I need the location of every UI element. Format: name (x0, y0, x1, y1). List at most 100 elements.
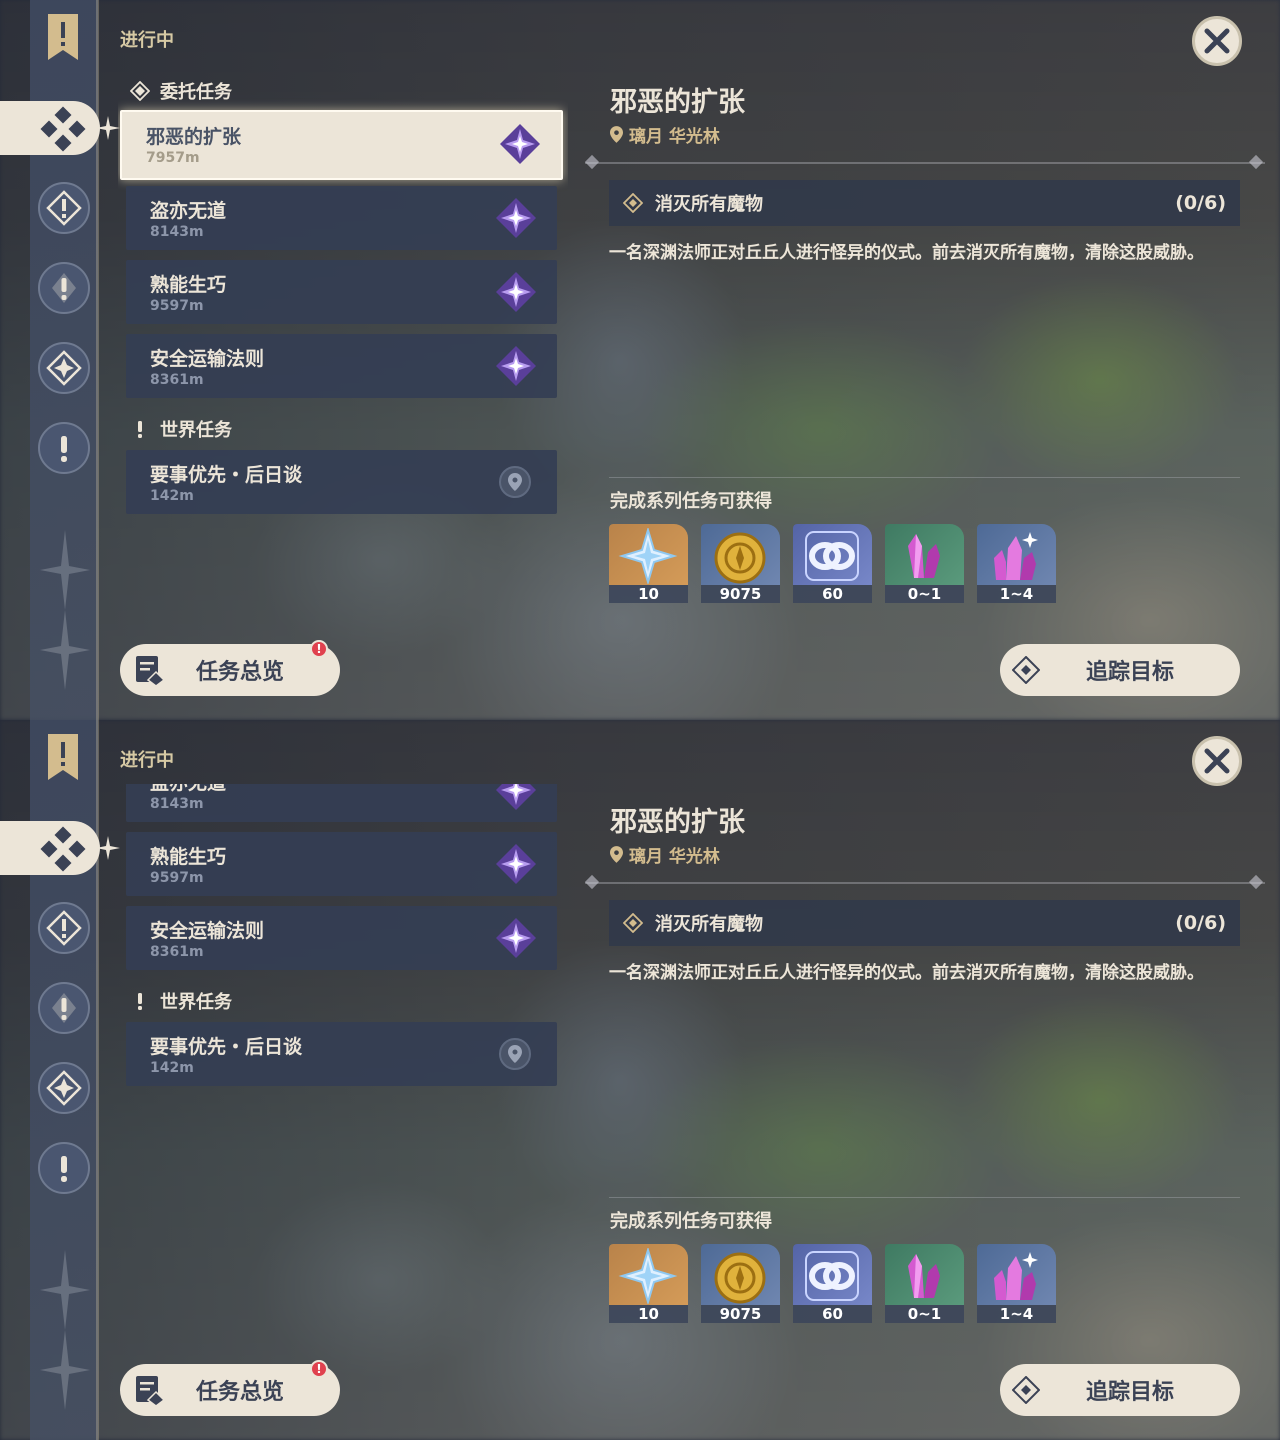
reward-primogem[interactable]: 10 (609, 1244, 688, 1323)
reward-crystal-blue[interactable]: 1~4 (977, 524, 1056, 603)
reward-crystal-green[interactable]: 0~1 (885, 524, 964, 603)
close-icon (1204, 748, 1230, 774)
quest-list-scrolled: 盗亦无道 8143m 熟能生巧 9597m 安全运输法则 8361m 世界任务 … (118, 784, 568, 1114)
quest-item-evil-expansion[interactable]: 邪恶的扩张 7957m (120, 110, 563, 180)
quest-distance: 142m (150, 488, 194, 504)
quest-detail-title: 邪恶的扩张 (610, 87, 745, 118)
commission-badge-icon (496, 784, 536, 810)
quest-item[interactable]: 熟能生巧 9597m (126, 260, 557, 324)
crystal-green-icon (908, 534, 940, 578)
rewards-row: 10 9075 60 0~1 1~4 (609, 524, 1056, 603)
map-pin-icon (499, 466, 531, 498)
story-quest-icon (52, 993, 76, 1023)
objective-diamond-icon (623, 193, 643, 213)
track-objective-button[interactable]: 追踪目标 (1000, 644, 1240, 696)
quest-detail-title: 邪恶的扩张 (610, 807, 745, 838)
alert-badge: ! (310, 1360, 328, 1378)
sparkle-icon (96, 836, 120, 860)
crystal-blue-icon (994, 532, 1038, 580)
archon-quest-icon (46, 910, 82, 946)
document-icon (136, 1376, 166, 1406)
quest-list: 委托任务 邪恶的扩张 7957m 盗亦无道 8143m 熟能生巧 9597m 安… (118, 70, 568, 530)
tab-archon-quest[interactable] (38, 902, 90, 954)
reward-primogem[interactable]: 10 (609, 524, 688, 603)
tab-world-quest[interactable] (38, 1142, 90, 1194)
tab-story-quest[interactable] (38, 982, 90, 1034)
quest-item[interactable]: 安全运输法则 8361m (126, 334, 557, 398)
quest-item[interactable]: 盗亦无道 8143m (126, 186, 557, 250)
tab-commission-outline[interactable] (38, 342, 90, 394)
commission-badge-icon (496, 272, 536, 312)
section-title-in-progress: 进行中 (120, 30, 174, 51)
quest-item[interactable]: 要事优先・后日谈 142m (126, 450, 557, 514)
primogem-icon (618, 528, 678, 584)
tab-story-quest[interactable] (38, 262, 90, 314)
category-world: 世界任务 (130, 987, 232, 1015)
tab-commission[interactable] (0, 101, 120, 155)
tab-commission-outline[interactable] (38, 1062, 90, 1114)
quest-distance: 8361m (150, 372, 204, 388)
exclamation-icon (61, 1156, 67, 1182)
divider (585, 162, 1265, 164)
quest-name: 要事优先・后日谈 (150, 464, 303, 486)
commission-badge-icon (496, 346, 536, 386)
exclamation-icon (61, 436, 67, 462)
primogem-icon (618, 1248, 678, 1304)
reward-companionship-exp[interactable]: 60 (793, 1244, 872, 1323)
tab-commission[interactable] (0, 821, 120, 875)
quest-item[interactable]: 安全运输法则 8361m (126, 906, 557, 970)
quest-name: 邪恶的扩张 (146, 126, 242, 148)
section-title-in-progress: 进行中 (120, 750, 174, 771)
quest-location: 璃月 华光林 (610, 842, 720, 867)
quest-item[interactable]: 要事优先・后日谈 142m (126, 1022, 557, 1086)
commission-badge-icon (496, 198, 536, 238)
location-pin-icon (610, 126, 623, 143)
commission-tab-icon (40, 826, 86, 872)
crystal-green-icon (908, 1254, 940, 1298)
archon-quest-icon (46, 190, 82, 226)
quest-overview-button[interactable]: 任务总览 (120, 644, 340, 696)
decorative-stars-icon (40, 530, 90, 690)
divider (585, 882, 1265, 884)
quest-item[interactable]: 熟能生巧 9597m (126, 832, 557, 896)
alert-badge: ! (310, 640, 328, 658)
decorative-stars-icon (40, 1250, 90, 1410)
divider (609, 1197, 1240, 1198)
quest-screen-1: 进行中 委托任务 邪恶的扩张 7957m 盗亦无道 8143m 熟能生巧 959… (0, 0, 1280, 720)
quest-distance: 9597m (150, 870, 204, 886)
diamond-star-icon (46, 350, 82, 386)
quest-name: 安全运输法则 (150, 348, 265, 370)
objective-count: (0/6) (1175, 912, 1226, 934)
quest-distance: 8143m (150, 224, 204, 240)
track-diamond-icon (1012, 656, 1040, 684)
sparkle-icon (96, 116, 120, 140)
quest-item[interactable]: 盗亦无道 8143m (126, 784, 557, 822)
category-commission: 委托任务 (130, 77, 232, 105)
reward-mora[interactable]: 9075 (701, 1244, 780, 1323)
quest-name: 安全运输法则 (150, 920, 265, 942)
track-objective-button[interactable]: 追踪目标 (1000, 1364, 1240, 1416)
mora-icon (714, 532, 766, 584)
tab-world-quest[interactable] (38, 422, 90, 474)
close-button[interactable] (1192, 736, 1242, 786)
close-icon (1204, 28, 1230, 54)
tab-archon-quest[interactable] (38, 182, 90, 234)
reward-mora[interactable]: 9075 (701, 524, 780, 603)
quest-screen-2: 进行中 盗亦无道 8143m 熟能生巧 9597m 安全运输法则 8361m 世… (0, 720, 1280, 1440)
rewards-title: 完成系列任务可获得 (610, 491, 772, 512)
objective-text: 消灭所有魔物 (655, 194, 763, 215)
diamond-star-icon (46, 1070, 82, 1106)
exclamation-icon (138, 993, 142, 1010)
quest-name: 熟能生巧 (150, 846, 227, 868)
reward-companionship-exp[interactable]: 60 (793, 524, 872, 603)
objective-count: (0/6) (1175, 192, 1226, 214)
quest-distance: 9597m (150, 298, 204, 314)
track-diamond-icon (1012, 1376, 1040, 1404)
reward-crystal-green[interactable]: 0~1 (885, 1244, 964, 1323)
close-button[interactable] (1192, 16, 1242, 66)
quest-banner-icon (48, 14, 78, 60)
quest-overview-button[interactable]: 任务总览 (120, 1364, 340, 1416)
objective-text: 消灭所有魔物 (655, 914, 763, 935)
exclamation-icon (138, 421, 142, 438)
reward-crystal-blue[interactable]: 1~4 (977, 1244, 1056, 1323)
